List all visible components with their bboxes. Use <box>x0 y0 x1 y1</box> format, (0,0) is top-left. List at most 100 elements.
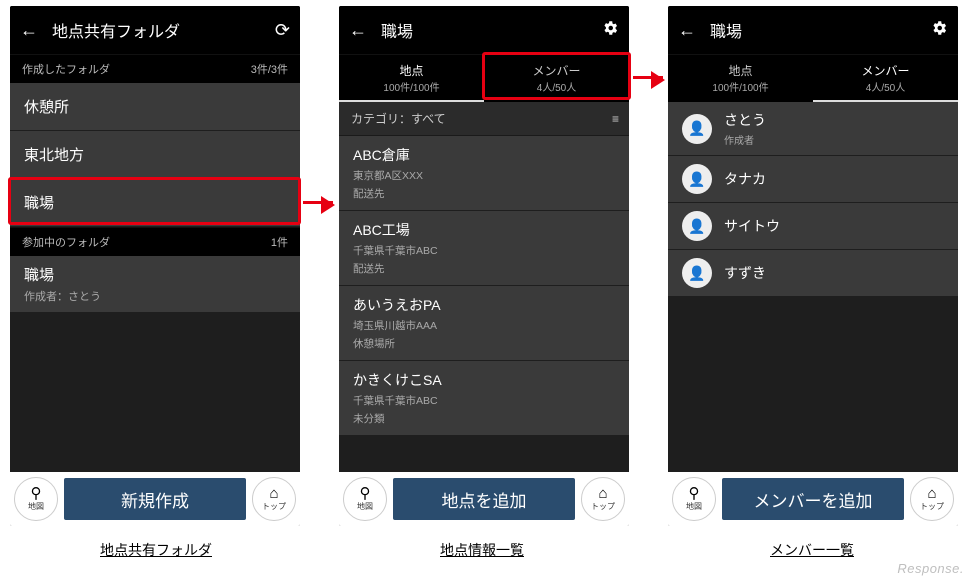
top-button[interactable]: ⌂ トップ <box>910 477 954 521</box>
map-button[interactable]: ⚲ 地図 <box>343 477 387 521</box>
header: ← 職場 <box>668 6 958 54</box>
tab-count: 4人/50人 <box>537 79 576 94</box>
pin-icon: ⚲ <box>31 486 42 501</box>
filler <box>10 313 300 472</box>
map-label: 地図 <box>686 501 702 512</box>
back-icon[interactable]: ← <box>20 20 44 41</box>
home-icon: ⌂ <box>269 486 278 501</box>
poi-addr: 埼玉県川越市AAA <box>353 318 615 333</box>
header: ← 地点共有フォルダ ⟳ <box>10 6 300 54</box>
section-count: 1件 <box>271 234 288 250</box>
gear-icon[interactable] <box>595 19 619 42</box>
category-label: カテゴリ：すべて <box>351 110 446 127</box>
poi-row[interactable]: ABC工場 千葉県千葉市ABC 配送先 <box>339 211 629 286</box>
section-label: 作成したフォルダ <box>22 61 110 77</box>
back-icon[interactable]: ← <box>349 20 373 41</box>
map-label: 地図 <box>28 501 44 512</box>
arrow-1 <box>303 201 333 204</box>
member-row[interactable]: 👤 さとう 作成者 <box>668 102 958 156</box>
top-button[interactable]: ⌂ トップ <box>581 477 625 521</box>
category-bar[interactable]: カテゴリ：すべて ≡ <box>339 102 629 136</box>
member-role: 作成者 <box>724 132 766 147</box>
poi-row[interactable]: ABC倉庫 東京都A区XXX 配送先 <box>339 136 629 211</box>
avatar: 👤 <box>682 211 712 241</box>
folder-row[interactable]: 職場 <box>10 179 300 227</box>
member-name: さとう <box>724 110 766 130</box>
tabs: 地点 100件/100件 メンバー 4人/50人 <box>668 54 958 102</box>
arrow-2 <box>633 76 663 79</box>
home-icon: ⌂ <box>598 486 607 501</box>
section-created: 作成したフォルダ 3件/3件 <box>10 54 300 83</box>
map-button[interactable]: ⚲ 地図 <box>672 477 716 521</box>
poi-addr: 東京都A区XXX <box>353 168 615 183</box>
screen-poi-list: ← 職場 地点 100件/100件 メンバー 4人/50人 カテゴリ：すべて ≡… <box>339 6 629 526</box>
bottom-bar: ⚲ 地図 新規作成 ⌂ トップ <box>10 472 300 526</box>
folder-row[interactable]: 休憩所 <box>10 83 300 131</box>
member-row[interactable]: 👤 タナカ <box>668 156 958 203</box>
header-title: 地点共有フォルダ <box>44 18 266 42</box>
add-member-button[interactable]: メンバーを追加 <box>722 478 904 520</box>
bottom-bar: ⚲ 地図 メンバーを追加 ⌂ トップ <box>668 472 958 526</box>
tab-label: メンバー <box>861 62 909 79</box>
tab-count: 4人/50人 <box>866 79 905 94</box>
home-icon: ⌂ <box>927 486 936 501</box>
member-row[interactable]: 👤 サイトウ <box>668 203 958 250</box>
avatar: 👤 <box>682 164 712 194</box>
top-label: トップ <box>262 501 286 512</box>
member-name: サイトウ <box>724 216 780 236</box>
tab-count: 100件/100件 <box>712 79 768 94</box>
member-row[interactable]: 👤 すずき <box>668 250 958 297</box>
caption-3: メンバー一覧 <box>770 540 854 560</box>
add-poi-button[interactable]: 地点を追加 <box>393 478 575 520</box>
tab-members[interactable]: メンバー 4人/50人 <box>484 55 629 102</box>
map-button[interactable]: ⚲ 地図 <box>14 477 58 521</box>
create-button[interactable]: 新規作成 <box>64 478 246 520</box>
pin-icon: ⚲ <box>360 486 371 501</box>
folder-row[interactable]: 東北地方 <box>10 131 300 179</box>
poi-row[interactable]: かきくけこSA 千葉県千葉市ABC 未分類 <box>339 361 629 436</box>
section-count: 3件/3件 <box>251 61 288 77</box>
header: ← 職場 <box>339 6 629 54</box>
joined-folder-row[interactable]: 職場 作成者：さとう <box>10 256 300 313</box>
caption-1: 地点共有フォルダ <box>100 540 212 560</box>
tab-label: 地点 <box>399 62 423 79</box>
tab-poi[interactable]: 地点 100件/100件 <box>339 55 484 102</box>
section-label: 参加中のフォルダ <box>22 234 110 250</box>
filter-icon[interactable]: ≡ <box>612 112 617 126</box>
avatar: 👤 <box>682 114 712 144</box>
tabs: 地点 100件/100件 メンバー 4人/50人 <box>339 54 629 102</box>
poi-tag: 配送先 <box>353 261 615 276</box>
section-joined: 参加中のフォルダ 1件 <box>10 227 300 256</box>
joined-folder-name: 職場 <box>24 264 286 285</box>
member-name: タナカ <box>724 169 766 189</box>
top-label: トップ <box>920 501 944 512</box>
watermark: Response. <box>897 561 964 576</box>
header-title: 職場 <box>702 18 924 42</box>
tab-members[interactable]: メンバー 4人/50人 <box>813 55 958 102</box>
gear-icon[interactable] <box>924 19 948 42</box>
poi-tag: 休憩場所 <box>353 336 615 351</box>
poi-name: ABC倉庫 <box>353 145 615 165</box>
bottom-bar: ⚲ 地図 地点を追加 ⌂ トップ <box>339 472 629 526</box>
top-button[interactable]: ⌂ トップ <box>252 477 296 521</box>
top-label: トップ <box>591 501 615 512</box>
header-title: 職場 <box>373 18 595 42</box>
pin-icon: ⚲ <box>689 486 700 501</box>
filler <box>339 436 629 472</box>
tab-count: 100件/100件 <box>383 79 439 94</box>
poi-name: かきくけこSA <box>353 370 615 390</box>
caption-2: 地点情報一覧 <box>440 540 524 560</box>
avatar: 👤 <box>682 258 712 288</box>
poi-addr: 千葉県千葉市ABC <box>353 243 615 258</box>
screen-folder-list: ← 地点共有フォルダ ⟳ 作成したフォルダ 3件/3件 休憩所 東北地方 職場 … <box>10 6 300 526</box>
screen-member-list: ← 職場 地点 100件/100件 メンバー 4人/50人 👤 さとう 作成者 <box>668 6 958 526</box>
tab-poi[interactable]: 地点 100件/100件 <box>668 55 813 102</box>
refresh-icon[interactable]: ⟳ <box>266 20 290 41</box>
joined-folder-sub: 作成者：さとう <box>24 288 286 304</box>
poi-addr: 千葉県千葉市ABC <box>353 393 615 408</box>
back-icon[interactable]: ← <box>678 20 702 41</box>
member-name: すずき <box>724 263 766 283</box>
poi-name: あいうえおPA <box>353 295 615 315</box>
poi-name: ABC工場 <box>353 220 615 240</box>
poi-row[interactable]: あいうえおPA 埼玉県川越市AAA 休憩場所 <box>339 286 629 361</box>
